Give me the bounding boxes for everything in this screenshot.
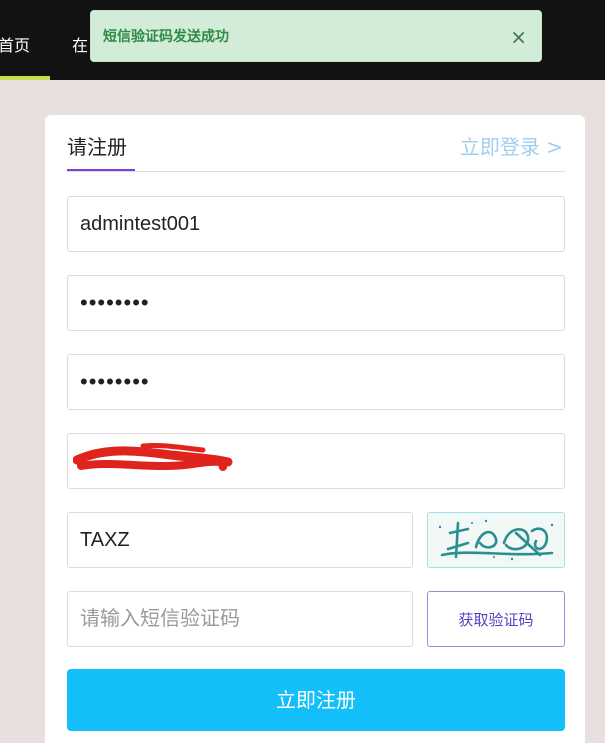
- nav-item-second[interactable]: 在: [72, 0, 88, 80]
- register-card: 请注册 立即登录 > 获取验证码 立即: [45, 115, 585, 743]
- success-toast: 短信验证码发送成功 ×: [90, 10, 542, 62]
- register-submit-button[interactable]: 立即注册: [67, 669, 565, 731]
- captcha-image[interactable]: [427, 512, 565, 568]
- tab-divider: [67, 171, 565, 172]
- username-input[interactable]: [67, 196, 565, 252]
- get-sms-code-button[interactable]: 获取验证码: [427, 591, 565, 647]
- confirm-password-input[interactable]: [67, 354, 565, 410]
- close-icon[interactable]: ×: [510, 11, 527, 63]
- captcha-input[interactable]: [67, 512, 413, 568]
- login-link[interactable]: 立即登录 >: [460, 131, 563, 160]
- tab-register[interactable]: 请注册: [67, 131, 127, 160]
- toast-message: 短信验证码发送成功: [103, 29, 229, 45]
- nav-home-active-indicator: [0, 76, 50, 80]
- sms-code-input[interactable]: [67, 591, 413, 647]
- password-input[interactable]: [67, 275, 565, 331]
- redaction-scribble: [73, 443, 233, 471]
- nav-home[interactable]: 首页: [0, 0, 50, 80]
